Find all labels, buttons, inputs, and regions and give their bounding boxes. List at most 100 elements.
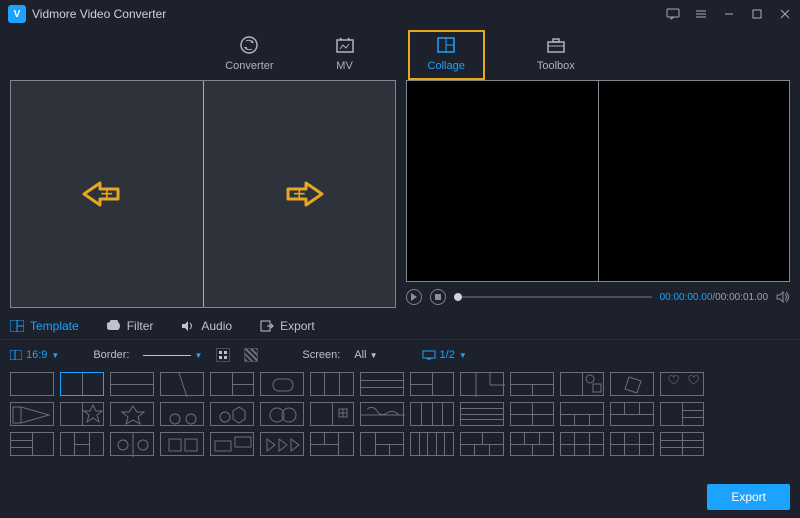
template-item[interactable] <box>110 402 154 426</box>
template-item[interactable] <box>510 432 554 456</box>
nav-collage-label: Collage <box>428 60 465 72</box>
nav-converter-label: Converter <box>225 60 273 72</box>
collage-icon <box>435 34 457 56</box>
tab-audio-label: Audio <box>201 319 232 333</box>
screen-label: Screen: <box>302 349 340 361</box>
chevron-down-icon: ▼ <box>459 351 467 360</box>
template-item[interactable] <box>660 372 704 396</box>
close-icon[interactable] <box>778 7 792 21</box>
filter-icon <box>107 319 121 333</box>
chevron-down-icon: ▼ <box>51 351 59 360</box>
template-item[interactable] <box>610 372 654 396</box>
export-icon <box>260 319 274 333</box>
nav-converter[interactable]: Converter <box>217 30 281 80</box>
template-item[interactable] <box>410 402 454 426</box>
template-item[interactable] <box>460 372 504 396</box>
nav-collage[interactable]: Collage <box>408 30 485 80</box>
template-item[interactable] <box>60 402 104 426</box>
template-item[interactable] <box>560 432 604 456</box>
screen-select[interactable]: All ▼ <box>354 349 377 361</box>
nav-mv-label: MV <box>336 60 353 72</box>
template-item[interactable] <box>310 402 354 426</box>
template-item[interactable] <box>510 402 554 426</box>
tab-filter[interactable]: Filter <box>107 319 154 333</box>
template-item[interactable] <box>460 402 504 426</box>
nav-toolbox[interactable]: Toolbox <box>529 30 583 80</box>
chevron-down-icon: ▼ <box>370 351 378 360</box>
template-item[interactable] <box>210 402 254 426</box>
template-item[interactable] <box>560 372 604 396</box>
menu-icon[interactable] <box>694 7 708 21</box>
aspect-select[interactable]: 16:9 ▼ <box>10 349 59 361</box>
template-item[interactable] <box>310 432 354 456</box>
chevron-down-icon: ▼ <box>194 351 202 360</box>
template-item[interactable] <box>660 402 704 426</box>
minimize-icon[interactable] <box>722 7 736 21</box>
mv-icon <box>334 34 356 56</box>
seek-slider[interactable] <box>454 296 652 298</box>
arrow-right-icon <box>282 179 326 209</box>
template-item[interactable] <box>160 432 204 456</box>
collage-slot-1[interactable]: + <box>11 81 203 307</box>
border-color-button[interactable] <box>216 348 230 362</box>
tab-audio[interactable]: Audio <box>181 319 232 333</box>
template-item[interactable] <box>360 372 404 396</box>
arrow-left-icon <box>80 179 124 209</box>
tab-template[interactable]: Template <box>10 319 79 333</box>
tab-template-label: Template <box>30 319 79 333</box>
template-item[interactable] <box>410 372 454 396</box>
monitor-icon <box>422 350 436 360</box>
collage-canvas[interactable]: + + <box>10 80 396 308</box>
template-item[interactable] <box>260 402 304 426</box>
feedback-icon[interactable] <box>666 7 680 21</box>
nav-mv[interactable]: MV <box>326 30 364 80</box>
template-item[interactable] <box>60 432 104 456</box>
converter-icon <box>238 34 260 56</box>
toolbox-icon <box>545 34 567 56</box>
template-item[interactable] <box>510 372 554 396</box>
template-item[interactable] <box>260 432 304 456</box>
nav-toolbox-label: Toolbox <box>537 60 575 72</box>
template-item[interactable] <box>210 372 254 396</box>
template-item[interactable] <box>160 402 204 426</box>
border-label: Border: <box>93 349 129 361</box>
template-item[interactable] <box>110 432 154 456</box>
page-select[interactable]: 1/2 ▼ <box>422 349 467 361</box>
template-item[interactable] <box>660 432 704 456</box>
template-item[interactable] <box>210 432 254 456</box>
app-title: Vidmore Video Converter <box>32 7 166 21</box>
template-item[interactable] <box>10 432 54 456</box>
border-pattern-button[interactable] <box>244 348 258 362</box>
template-icon <box>10 319 24 333</box>
export-button[interactable]: Export <box>707 484 790 510</box>
template-item[interactable] <box>10 372 54 396</box>
aspect-icon <box>10 350 22 360</box>
template-item[interactable] <box>360 402 404 426</box>
volume-icon[interactable] <box>776 291 790 303</box>
template-item[interactable] <box>260 372 304 396</box>
template-item[interactable] <box>610 402 654 426</box>
app-logo: V <box>8 5 26 23</box>
template-item[interactable] <box>60 372 104 396</box>
template-item[interactable] <box>110 372 154 396</box>
template-item[interactable] <box>360 432 404 456</box>
template-item[interactable] <box>610 432 654 456</box>
template-item[interactable] <box>460 432 504 456</box>
tab-filter-label: Filter <box>127 319 154 333</box>
template-item[interactable] <box>410 432 454 456</box>
tab-export-label: Export <box>280 319 315 333</box>
audio-icon <box>181 319 195 333</box>
border-style-select[interactable]: ▼ <box>143 349 202 361</box>
template-grid <box>0 370 800 456</box>
template-item[interactable] <box>10 402 54 426</box>
collage-slot-2[interactable]: + <box>204 81 396 307</box>
play-button[interactable] <box>406 289 422 305</box>
stop-button[interactable] <box>430 289 446 305</box>
template-item[interactable] <box>160 372 204 396</box>
preview-pane <box>406 80 790 282</box>
tab-export[interactable]: Export <box>260 319 315 333</box>
timecode: 00:00:00.00/00:00:01.00 <box>660 292 768 303</box>
template-item[interactable] <box>310 372 354 396</box>
template-item[interactable] <box>560 402 604 426</box>
maximize-icon[interactable] <box>750 7 764 21</box>
